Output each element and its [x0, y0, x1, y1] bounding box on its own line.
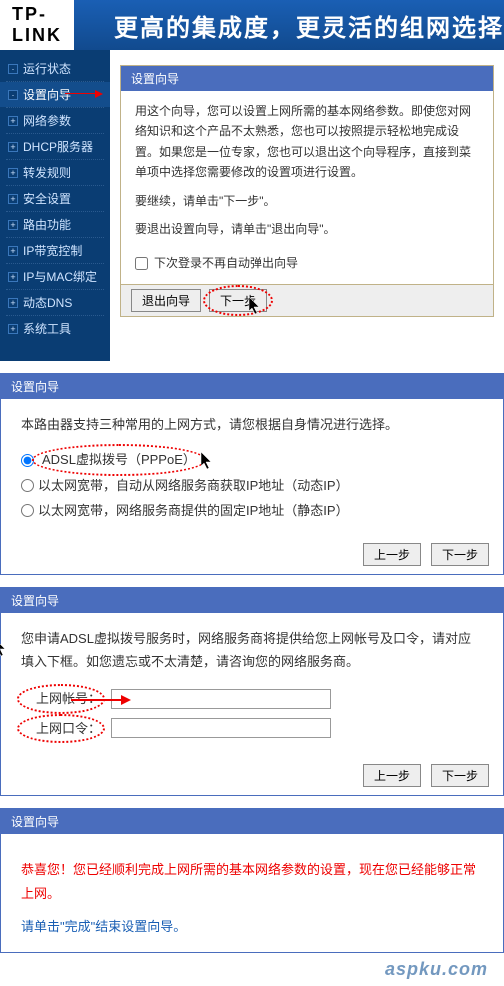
wizard-section-connection-type: 设置向导 本路由器支持三种常用的上网方式，请您根据自身情况进行选择。 ADSL虚… — [0, 373, 504, 575]
sidebar-item-network[interactable]: +网络参数 — [0, 108, 110, 133]
section-btn-bar: 上一步 下一步 — [1, 539, 503, 574]
sidebar-item-routing[interactable]: +路由功能 — [0, 212, 110, 237]
watermark: aspku.com — [0, 953, 504, 986]
radio-pppoe[interactable]: ADSL虚拟拨号（PPPoE） — [21, 448, 483, 471]
sidebar-item-ddns[interactable]: +动态DNS — [0, 290, 110, 315]
congrats-text: 恭喜您！您已经顺利完成上网所需的基本网络参数的设置，现在您已经能够正常上网。 — [21, 858, 483, 905]
wizard-intro: 用这个向导，您可以设置上网所需的基本网络参数。即使您对网络知识和这个产品不太熟悉… — [135, 101, 479, 183]
radio-dynamic-ip[interactable]: 以太网宽带，自动从网络服务商获取IP地址（动态IP） — [21, 474, 483, 497]
prev-button[interactable]: 上一步 — [363, 543, 421, 566]
sidebar-item-bandwidth[interactable]: +IP带宽控制 — [0, 238, 110, 263]
sidebar-item-dhcp[interactable]: +DHCP服务器 — [0, 134, 110, 159]
sidebar-item-system[interactable]: +系统工具 — [0, 316, 110, 341]
main-panel: 设置向导 用这个向导，您可以设置上网所需的基本网络参数。即使您对网络知识和这个产… — [110, 50, 504, 361]
annotation-circle: ADSL虚拟拨号（PPPoE） — [38, 448, 200, 471]
expand-icon: + — [8, 324, 18, 334]
account-input[interactable] — [111, 689, 331, 709]
checkbox-label: 下次登录不再自动弹出向导 — [154, 253, 298, 273]
section-btn-bar: 上一步 下一步 — [1, 760, 503, 795]
section-body: 您申请ADSL虚拟拨号服务时，网络服务商将提供给您上网帐号及口令，请对应填入下框… — [1, 613, 503, 761]
password-label: 上网口令： — [21, 717, 101, 740]
wizard-section-finish: 设置向导 恭喜您！您已经顺利完成上网所需的基本网络参数的设置，现在您已经能够正常… — [0, 808, 504, 953]
auto-popup-checkbox[interactable] — [135, 257, 148, 270]
sidebar: ·运行状态 ·设置向导 +网络参数 +DHCP服务器 +转发规则 +安全设置 +… — [0, 50, 110, 361]
expand-icon: + — [8, 142, 18, 152]
radio-label: ADSL虚拟拨号（PPPoE） — [42, 452, 196, 467]
main-row: ·运行状态 ·设置向导 +网络参数 +DHCP服务器 +转发规则 +安全设置 +… — [0, 50, 504, 361]
account-row: 上网帐号： — [21, 687, 483, 710]
wizard-title: 设置向导 — [121, 66, 493, 91]
wizard-section-credentials: 设置向导 您申请ADSL虚拟拨号服务时，网络服务商将提供给您上网帐号及口令，请对… — [0, 587, 504, 797]
annotation-arrow-icon — [95, 90, 103, 98]
next-button[interactable]: 下一步 — [431, 543, 489, 566]
header: TP-LINK 更高的集成度，更灵活的组网选择 — [0, 0, 504, 50]
prev-button[interactable]: 上一步 — [363, 764, 421, 787]
finish-text: 请单击"完成"结束设置向导。 — [21, 915, 483, 938]
section-prompt: 本路由器支持三种常用的上网方式，请您根据自身情况进行选择。 — [21, 413, 483, 436]
section-body: 本路由器支持三种常用的上网方式，请您根据自身情况进行选择。 ADSL虚拟拨号（P… — [1, 399, 503, 539]
wizard-box: 设置向导 用这个向导，您可以设置上网所需的基本网络参数。即使您对网络知识和这个产… — [120, 65, 494, 317]
sidebar-item-status[interactable]: ·运行状态 — [0, 56, 110, 81]
radio-static-ip-input[interactable] — [21, 504, 34, 517]
sidebar-item-ipmac[interactable]: +IP与MAC绑定 — [0, 264, 110, 289]
password-row: 上网口令： — [21, 717, 483, 740]
banner-text: 更高的集成度，更灵活的组网选择 — [114, 8, 504, 43]
section-title: 设置向导 — [1, 588, 503, 613]
annotation-arrow-icon — [121, 695, 131, 705]
wizard-continue-text: 要继续，请单击"下一步"。 — [135, 191, 479, 211]
password-input[interactable] — [111, 718, 331, 738]
expand-icon: + — [8, 116, 18, 126]
radio-label: 以太网宽带，网络服务商提供的固定IP地址（静态IP） — [38, 499, 349, 522]
expand-icon: + — [8, 272, 18, 282]
cursor-icon — [249, 297, 263, 315]
radio-static-ip[interactable]: 以太网宽带，网络服务商提供的固定IP地址（静态IP） — [21, 499, 483, 522]
expand-icon: + — [8, 298, 18, 308]
expand-icon: · — [8, 90, 18, 100]
cursor-icon — [201, 452, 215, 470]
section-title: 设置向导 — [1, 374, 503, 399]
section-prompt: 您申请ADSL虚拟拨号服务时，网络服务商将提供给您上网帐号及口令，请对应填入下框… — [21, 627, 483, 674]
expand-icon: + — [8, 194, 18, 204]
expand-icon: · — [8, 64, 18, 74]
sidebar-item-forward[interactable]: +转发规则 — [0, 160, 110, 185]
sidebar-item-security[interactable]: +安全设置 — [0, 186, 110, 211]
expand-icon: + — [8, 246, 18, 256]
exit-wizard-button[interactable]: 退出向导 — [131, 289, 201, 312]
expand-icon: + — [8, 168, 18, 178]
wizard-exit-text: 要退出设置向导，请单击"退出向导"。 — [135, 219, 479, 239]
next-button[interactable]: 下一步 — [431, 764, 489, 787]
expand-icon: + — [8, 220, 18, 230]
sidebar-item-wizard[interactable]: ·设置向导 — [0, 82, 110, 107]
cursor-icon — [0, 639, 9, 657]
section-body: 恭喜您！您已经顺利完成上网所需的基本网络参数的设置，现在您已经能够正常上网。 请… — [1, 834, 503, 952]
logo: TP-LINK — [0, 0, 74, 50]
wizard-btn-row: 退出向导 下一步 — [121, 284, 493, 316]
radio-dynamic-ip-input[interactable] — [21, 479, 34, 492]
radio-label: 以太网宽带，自动从网络服务商获取IP地址（动态IP） — [38, 474, 349, 497]
wizard-body: 用这个向导，您可以设置上网所需的基本网络参数。即使您对网络知识和这个产品不太熟悉… — [121, 91, 493, 284]
section-title: 设置向导 — [1, 809, 503, 834]
checkbox-row: 下次登录不再自动弹出向导 — [135, 253, 479, 273]
radio-pppoe-input[interactable] — [21, 454, 34, 467]
